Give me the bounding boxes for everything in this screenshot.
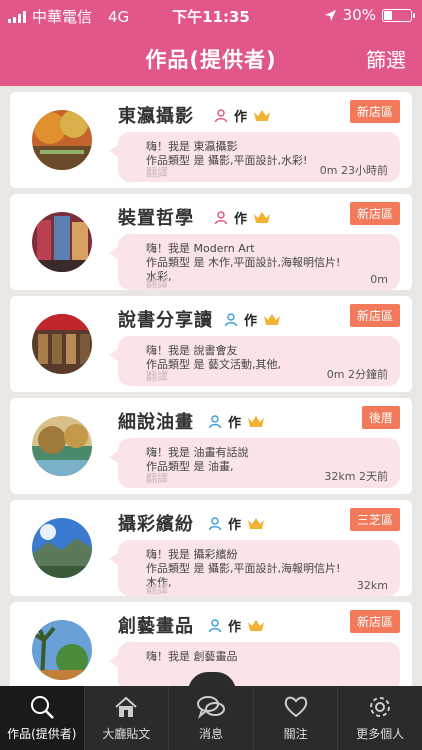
translate-link[interactable]: 翻譯 — [146, 275, 168, 291]
tab-label: 關注 — [283, 727, 308, 741]
translate-link[interactable]: 翻譯 — [146, 368, 168, 384]
provider-meta: 作 — [214, 208, 271, 227]
location-arrow-icon — [324, 9, 336, 21]
person-pink-icon — [214, 210, 228, 224]
works-label: 作 — [228, 518, 242, 533]
provider-card[interactable]: 細說油畫 作 後厝 嗨！我是 油畫有話說 作品類型 是 油畫, 翻譯 32km … — [10, 398, 412, 494]
person-blue-icon — [224, 312, 238, 326]
avatar[interactable] — [32, 620, 92, 680]
provider-card[interactable]: 說書分享讀 作 新店區 嗨！我是 說書會友 作品類型 是 藝文活動,其他, 翻譯… — [10, 296, 412, 392]
person-blue-icon — [208, 618, 222, 632]
chat-bubbles-icon — [196, 696, 225, 720]
home-icon — [115, 696, 138, 717]
intro-bubble: 嗨！我是 東瀛攝影 作品類型 是 攝影,平面設計,水彩! 翻譯 0m 23小時前 — [109, 132, 400, 182]
provider-name[interactable]: 裝置哲學 — [118, 204, 194, 230]
tab-more-personal[interactable]: 更多個人 — [338, 686, 422, 750]
search-icon — [30, 696, 54, 719]
avatar[interactable] — [32, 110, 92, 170]
provider-meta: 作 — [208, 412, 265, 431]
crown-icon — [248, 620, 265, 631]
gear-icon — [370, 697, 391, 717]
provider-card[interactable]: 東瀛攝影 作 新店區 嗨！我是 東瀛攝影 作品類型 是 攝影,平面設計,水彩! … — [10, 92, 412, 188]
filter-button[interactable]: 篩選 — [366, 44, 406, 73]
crown-icon — [248, 518, 265, 529]
avatar[interactable] — [32, 314, 92, 374]
works-label: 作 — [234, 212, 248, 227]
translate-link[interactable]: 翻譯 — [146, 470, 168, 486]
tab-works-providers[interactable]: 作品(提供者) — [0, 686, 85, 750]
provider-meta: 作 — [214, 106, 271, 125]
provider-meta: 作 — [208, 616, 265, 635]
status-bar: 中華電信 4G 下午11:35 30% — [0, 0, 422, 30]
avatar[interactable] — [32, 518, 92, 578]
provider-name[interactable]: 東瀛攝影 — [118, 102, 194, 128]
intro-bubble: 嗨！我是 油畫有話說 作品類型 是 油畫, 翻譯 32km 2天前 — [109, 438, 400, 488]
provider-name[interactable]: 說書分享讀 — [118, 306, 213, 332]
location-badge: 後厝 — [361, 406, 400, 429]
intro-line: 作品類型 是 木作,平面設計,海報明信片! — [146, 256, 341, 269]
distance-time: 0m 2分鐘前 — [326, 368, 388, 381]
provider-meta: 作 — [224, 310, 281, 329]
distance-time: 0m — [370, 273, 388, 286]
location-badge: 新店區 — [349, 202, 400, 225]
battery-percent: 30% — [342, 6, 376, 24]
provider-name[interactable]: 創藝畫品 — [118, 612, 194, 638]
intro-bubble: 嗨！我是 說書會友 作品類型 是 藝文活動,其他, 翻譯 0m 2分鐘前 — [109, 336, 400, 386]
intro-line: 作品類型 是 攝影,平面設計,海報明信片! — [146, 562, 341, 575]
works-label: 作 — [228, 416, 242, 431]
tab-messages[interactable]: 消息 — [169, 686, 254, 750]
crown-icon — [264, 314, 281, 325]
crown-icon — [254, 110, 271, 121]
provider-name[interactable]: 攝彩繽紛 — [118, 510, 194, 536]
works-label: 作 — [234, 110, 248, 125]
tab-label: 消息 — [198, 727, 223, 741]
distance-time: 0m 23小時前 — [319, 164, 388, 177]
person-blue-icon — [208, 414, 222, 428]
location-badge: 三芝區 — [349, 508, 400, 531]
provider-list[interactable]: 東瀛攝影 作 新店區 嗨！我是 東瀛攝影 作品類型 是 攝影,平面設計,水彩! … — [0, 86, 422, 686]
translate-link[interactable]: 翻譯 — [146, 581, 168, 597]
tab-label: 作品(提供者) — [7, 727, 77, 741]
tab-label: 更多個人 — [356, 727, 405, 741]
intro-bubble: 嗨！我是 Modern Art 作品類型 是 木作,平面設計,海報明信片! 水彩… — [109, 234, 400, 291]
works-label: 作 — [244, 314, 258, 329]
provider-meta: 作 — [208, 514, 265, 533]
crown-icon — [254, 212, 271, 223]
provider-card[interactable]: 攝彩繽紛 作 三芝區 嗨！我是 攝彩繽紛 作品類型 是 攝影,平面設計,海報明信… — [10, 500, 412, 596]
avatar[interactable] — [32, 212, 92, 272]
tab-lobby-posts[interactable]: 大廳貼文 — [85, 686, 170, 750]
crown-icon — [248, 416, 265, 427]
intro-bubble: 嗨！我是 攝彩繽紛 作品類型 是 攝影,平面設計,海報明信片! 木作, 翻譯 3… — [109, 540, 400, 597]
page-title: 作品(提供者) — [145, 48, 277, 72]
avatar[interactable] — [32, 416, 92, 476]
intro-bubble: 嗨！我是 創藝畫品 — [109, 642, 400, 686]
intro-line: 嗨！我是 創藝畫品 — [146, 650, 238, 663]
location-badge: 新店區 — [349, 610, 400, 633]
distance-time: 32km — [356, 579, 388, 592]
provider-name[interactable]: 細說油畫 — [118, 408, 194, 434]
tab-label: 大廳貼文 — [102, 727, 151, 741]
works-label: 作 — [228, 620, 242, 635]
person-blue-icon — [208, 516, 222, 530]
location-badge: 新店區 — [349, 304, 400, 327]
location-badge: 新店區 — [349, 100, 400, 123]
intro-line: 作品類型 是 攝影,平面設計,水彩! — [146, 154, 308, 167]
provider-card[interactable]: 裝置哲學 作 新店區 嗨！我是 Modern Art 作品類型 是 木作,平面設… — [10, 194, 412, 290]
battery-icon — [382, 8, 415, 22]
translate-link[interactable]: 翻譯 — [146, 164, 168, 180]
heart-icon — [284, 696, 307, 718]
tab-follow[interactable]: 關注 — [254, 686, 339, 750]
person-pink-icon — [214, 108, 228, 122]
distance-time: 32km 2天前 — [324, 470, 388, 483]
nav-bar: 作品(提供者) 篩選 — [0, 30, 422, 86]
tab-bar: 作品(提供者) 大廳貼文 消息 關注 更多個人 — [0, 686, 422, 750]
